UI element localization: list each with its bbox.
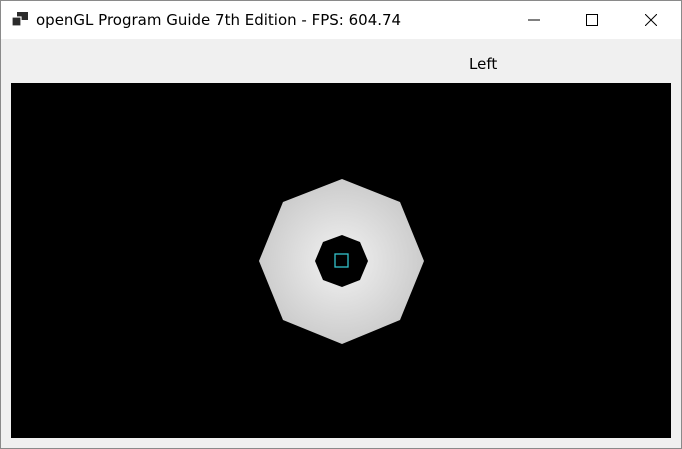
app-window: openGL Program Guide 7th Edition - FPS: … <box>0 0 682 449</box>
close-button[interactable] <box>622 1 680 39</box>
window-title: openGL Program Guide 7th Edition - FPS: … <box>36 11 402 29</box>
minimize-icon <box>528 19 540 21</box>
toolbar-strip: Left <box>1 39 681 83</box>
opengl-viewport[interactable] <box>11 83 671 438</box>
left-label[interactable]: Left <box>469 55 497 73</box>
title-bar[interactable]: openGL Program Guide 7th Edition - FPS: … <box>1 1 681 39</box>
maximize-button[interactable] <box>563 1 621 39</box>
minimize-button[interactable] <box>505 1 563 39</box>
scene-svg <box>259 179 424 344</box>
maximize-icon <box>586 14 598 26</box>
close-icon <box>645 14 657 26</box>
inner-octagon <box>315 235 368 287</box>
app-window-icon <box>12 12 28 26</box>
